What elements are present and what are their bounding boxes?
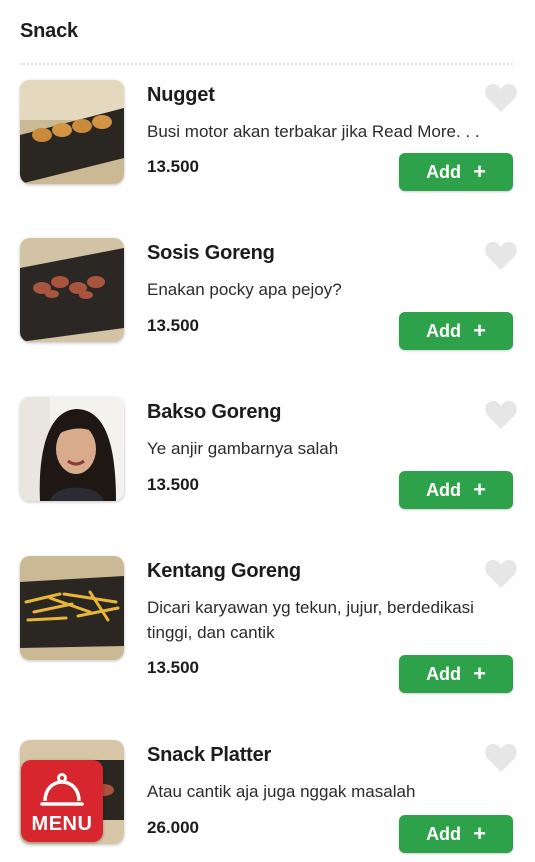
add-button[interactable]: Add + [399,471,513,509]
item-name: Kentang Goreng [147,560,301,582]
add-button-label: Add [426,320,462,341]
plus-icon: + [473,821,486,846]
plus-icon: + [473,318,486,343]
plus-icon: + [473,477,486,502]
add-button[interactable]: Add + [399,655,513,693]
menu-item-nugget: Nugget Busi motor akan terbakar jika Rea… [0,80,535,210]
item-description[interactable]: Busi motor akan terbakar jika Read More.… [147,119,512,144]
favorite-heart-icon[interactable] [484,82,518,114]
add-button[interactable]: Add + [399,153,513,191]
item-name: Sosis Goreng [147,242,275,264]
item-description: Atau cantik aja juga nggak masalah [147,782,416,801]
section-title: Snack [20,20,78,42]
favorite-heart-icon[interactable] [484,558,518,590]
add-button-label: Add [426,479,462,500]
item-price: 13.500 [147,475,199,494]
plus-icon: + [473,661,486,686]
nugget-photo[interactable] [20,80,124,184]
add-button-label: Add [426,161,462,182]
menu-item-sosis-goreng: Sosis Goreng Enakan pocky apa pejoy? 13.… [0,238,535,368]
item-price: 13.500 [147,316,199,335]
item-name: Snack Platter [147,744,272,766]
menu-badge-label: MENU [31,813,93,835]
sausage-photo[interactable] [20,238,124,342]
item-description: Ye anjir gambarnya salah [147,439,339,458]
favorite-heart-icon[interactable] [484,399,518,431]
menu-item-bakso-goreng: Bakso Goreng Ye anjir gambarnya salah 13… [0,397,535,527]
fries-photo[interactable] [20,556,124,660]
item-price: 13.500 [147,157,199,176]
add-button-label: Add [426,663,462,684]
item-name: Bakso Goreng [147,401,282,423]
portrait-photo[interactable] [20,397,124,501]
plus-icon: + [473,159,486,184]
menu-item-kentang-goreng: Kentang Goreng Dicari karyawan yg tekun,… [0,556,535,693]
item-description: Dicari karyawan yg tekun, jujur, berdedi… [147,598,474,642]
add-button[interactable]: Add + [399,312,513,350]
menu-badge-button[interactable]: MENU [21,760,103,842]
item-name: Nugget [147,84,215,106]
add-button-label: Add [426,823,462,844]
item-price: 26.000 [147,818,199,837]
add-button[interactable]: Add + [399,815,513,853]
favorite-heart-icon[interactable] [484,240,518,272]
section-divider [20,63,513,65]
favorite-heart-icon[interactable] [484,742,518,774]
cloche-icon [40,773,84,806]
item-price: 13.500 [147,658,199,677]
item-description: Enakan pocky apa pejoy? [147,280,342,299]
